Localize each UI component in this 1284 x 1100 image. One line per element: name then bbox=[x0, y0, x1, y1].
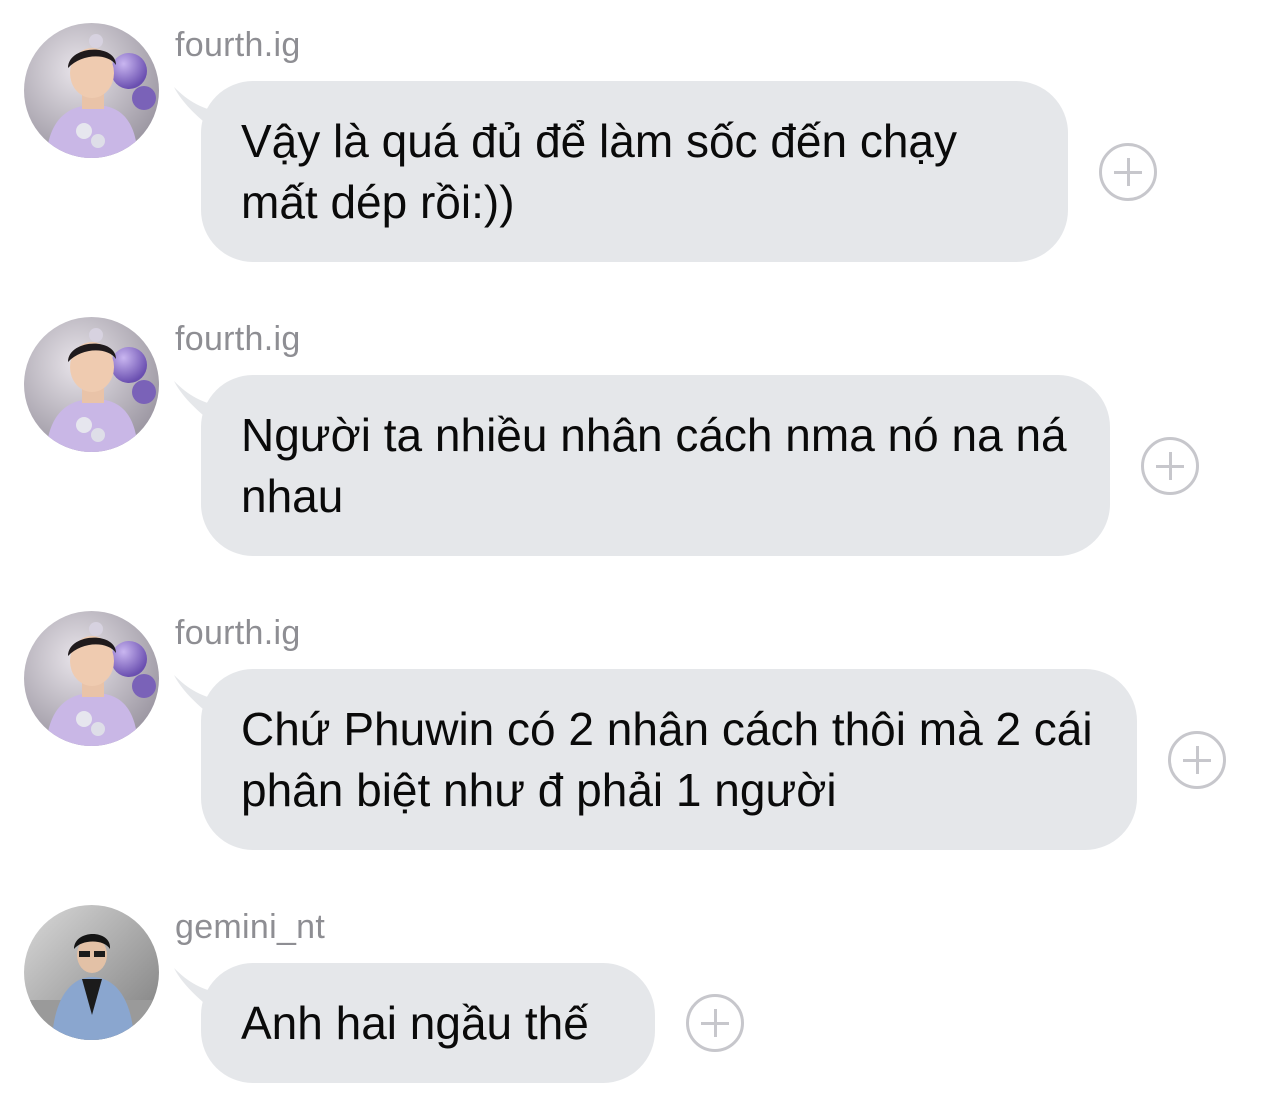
fourth-avatar-image bbox=[24, 611, 159, 746]
message-bubble[interactable]: Người ta nhiều nhân cách nma nó na ná nh… bbox=[201, 375, 1110, 556]
message-bubble[interactable]: Chứ Phuwin có 2 nhân cách thôi mà 2 cái … bbox=[201, 669, 1137, 850]
avatar[interactable] bbox=[24, 905, 159, 1040]
avatar[interactable] bbox=[24, 23, 159, 158]
username[interactable]: gemini_nt bbox=[175, 910, 325, 944]
message-bubble[interactable]: Vậy là quá đủ để làm sốc đến chạy mất dé… bbox=[201, 81, 1068, 262]
fourth-avatar-image bbox=[24, 23, 159, 158]
username[interactable]: fourth.ig bbox=[175, 322, 301, 356]
add-reaction-icon[interactable] bbox=[686, 994, 744, 1052]
add-reaction-icon[interactable] bbox=[1168, 731, 1226, 789]
username[interactable]: fourth.ig bbox=[175, 616, 301, 650]
message-bubble[interactable]: Anh hai ngầu thế bbox=[201, 963, 655, 1083]
message-text: Vậy là quá đủ để làm sốc đến chạy mất dé… bbox=[241, 115, 958, 228]
username[interactable]: fourth.ig bbox=[175, 28, 301, 62]
gemini-avatar-image bbox=[24, 905, 159, 1040]
avatar[interactable] bbox=[24, 317, 159, 452]
add-reaction-icon[interactable] bbox=[1141, 437, 1199, 495]
avatar[interactable] bbox=[24, 611, 159, 746]
message-text: Anh hai ngầu thế bbox=[241, 997, 589, 1049]
fourth-avatar-image bbox=[24, 317, 159, 452]
message-text: Người ta nhiều nhân cách nma nó na ná nh… bbox=[241, 409, 1067, 522]
message-text: Chứ Phuwin có 2 nhân cách thôi mà 2 cái … bbox=[241, 703, 1093, 816]
add-reaction-icon[interactable] bbox=[1099, 143, 1157, 201]
